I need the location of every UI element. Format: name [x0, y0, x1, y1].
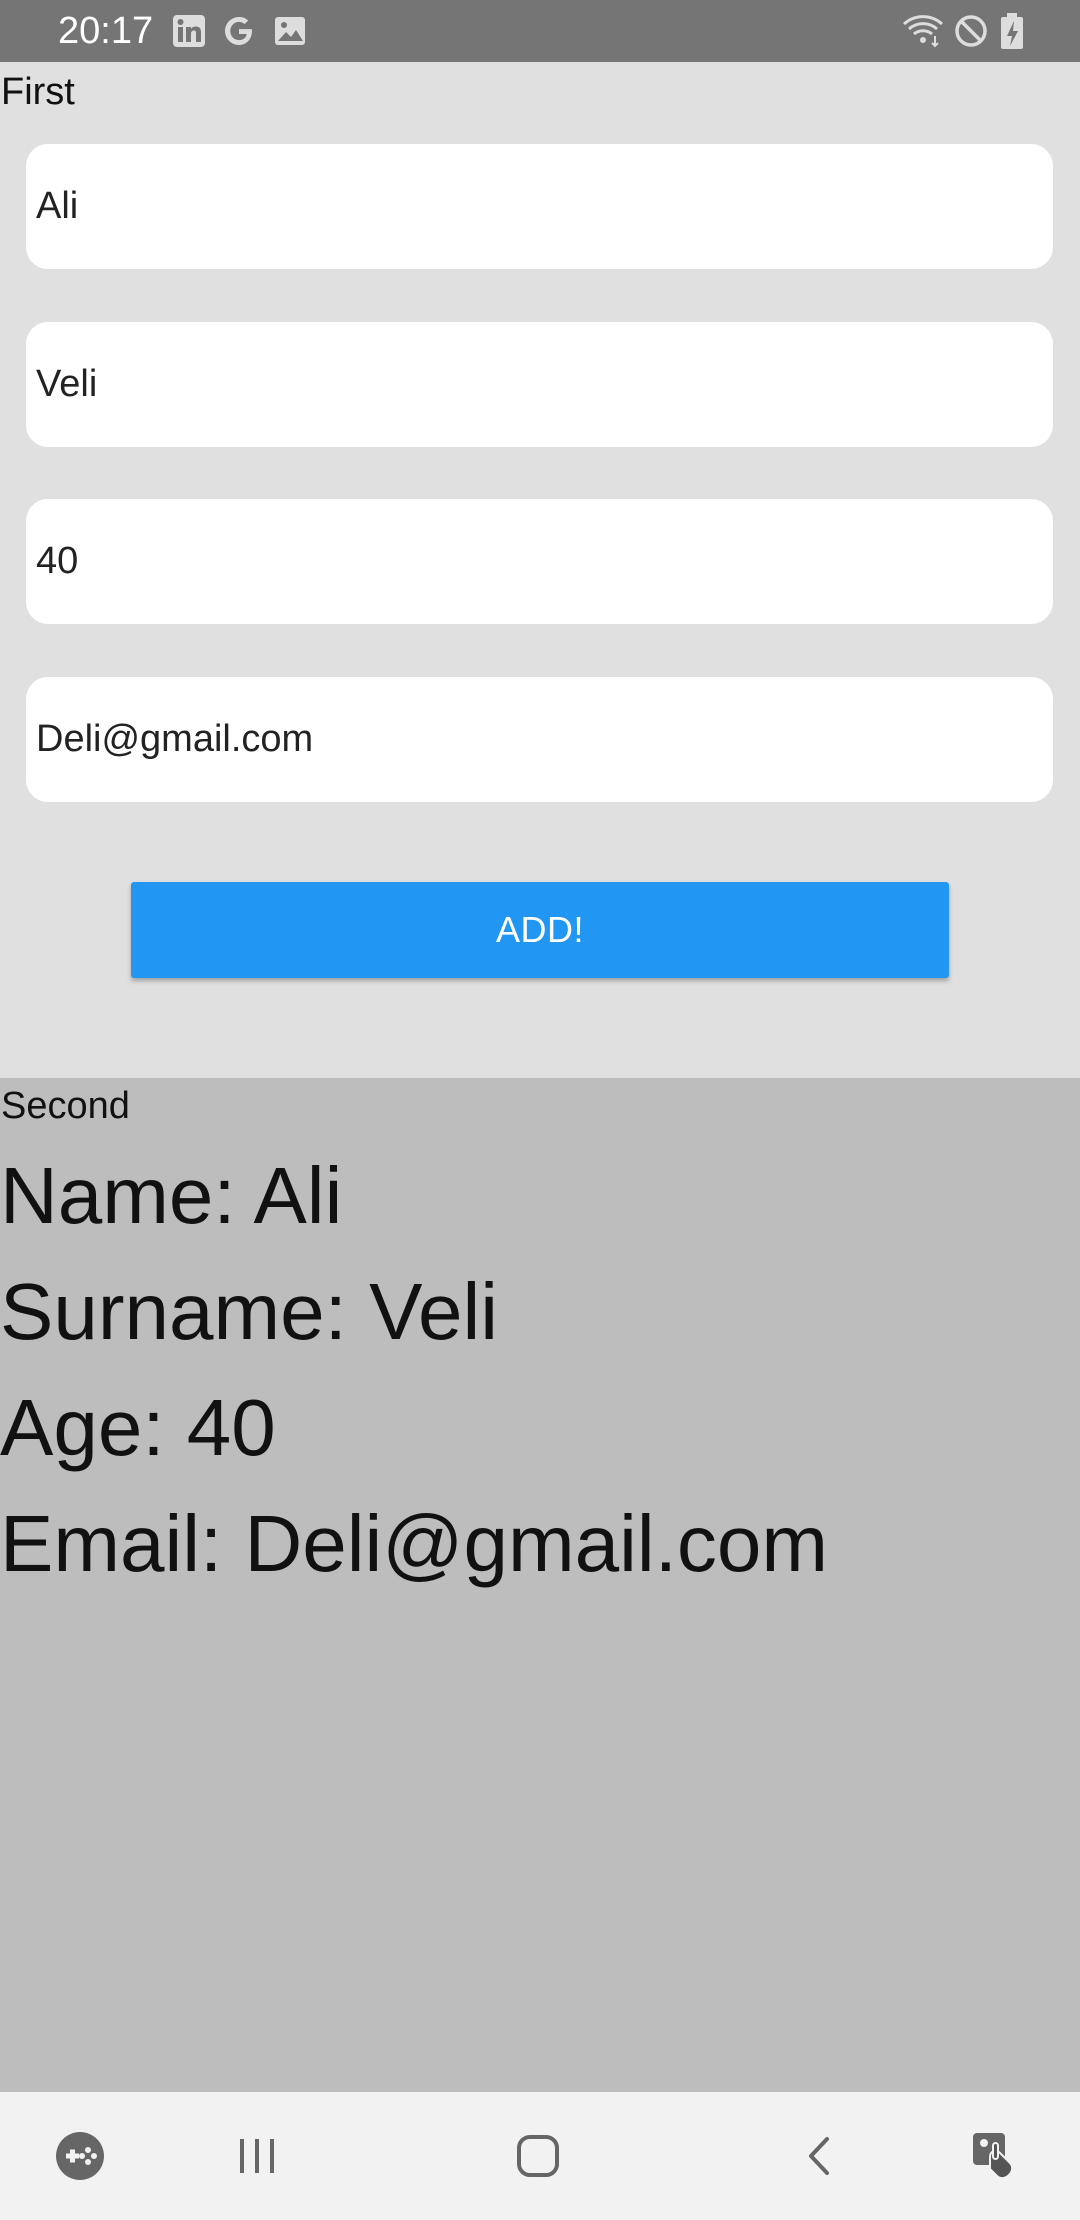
- email-field[interactable]: [26, 677, 1053, 802]
- recent-apps-icon: [240, 2139, 274, 2173]
- image-icon: [275, 17, 305, 45]
- navigation-bar: [0, 2092, 1080, 2220]
- first-section: First ADD!: [0, 62, 1080, 1078]
- game-launcher-button[interactable]: [40, 2120, 120, 2192]
- add-button[interactable]: ADD!: [131, 882, 949, 978]
- surname-field[interactable]: [26, 322, 1053, 447]
- linkedin-icon: [173, 15, 205, 47]
- age-input[interactable]: [36, 499, 1036, 624]
- game-launcher-icon: [56, 2132, 104, 2180]
- name-input[interactable]: [36, 144, 1036, 269]
- accessibility-button[interactable]: [955, 2120, 1035, 2192]
- surname-display: Surname: Veli: [0, 1267, 499, 1356]
- name-field[interactable]: [26, 144, 1053, 269]
- battery-charging-icon: [1001, 13, 1023, 49]
- status-time: 20:17: [58, 10, 154, 52]
- email-display: Email: Deli@gmail.com: [0, 1499, 829, 1588]
- surname-input[interactable]: [36, 322, 1036, 447]
- recent-apps-button[interactable]: [217, 2120, 297, 2192]
- first-section-label: First: [1, 71, 75, 113]
- back-button[interactable]: [780, 2120, 860, 2192]
- age-field[interactable]: [26, 499, 1053, 624]
- name-display: Name: Ali: [0, 1151, 343, 1240]
- second-section: Second Name: Ali Surname: Veli Age: 40 E…: [0, 1078, 1080, 2092]
- back-icon: [809, 2137, 829, 2175]
- status-bar: 20:17: [0, 0, 1080, 62]
- age-display: Age: 40: [0, 1383, 276, 1472]
- second-section-label: Second: [1, 1085, 130, 1127]
- google-icon: [225, 17, 252, 45]
- home-icon: [517, 2135, 559, 2177]
- do-not-disturb-icon: [955, 15, 987, 47]
- email-input[interactable]: [36, 677, 1036, 802]
- home-button[interactable]: [498, 2120, 578, 2192]
- accessibility-icon: [973, 2133, 1014, 2180]
- wifi-icon: [902, 15, 944, 48]
